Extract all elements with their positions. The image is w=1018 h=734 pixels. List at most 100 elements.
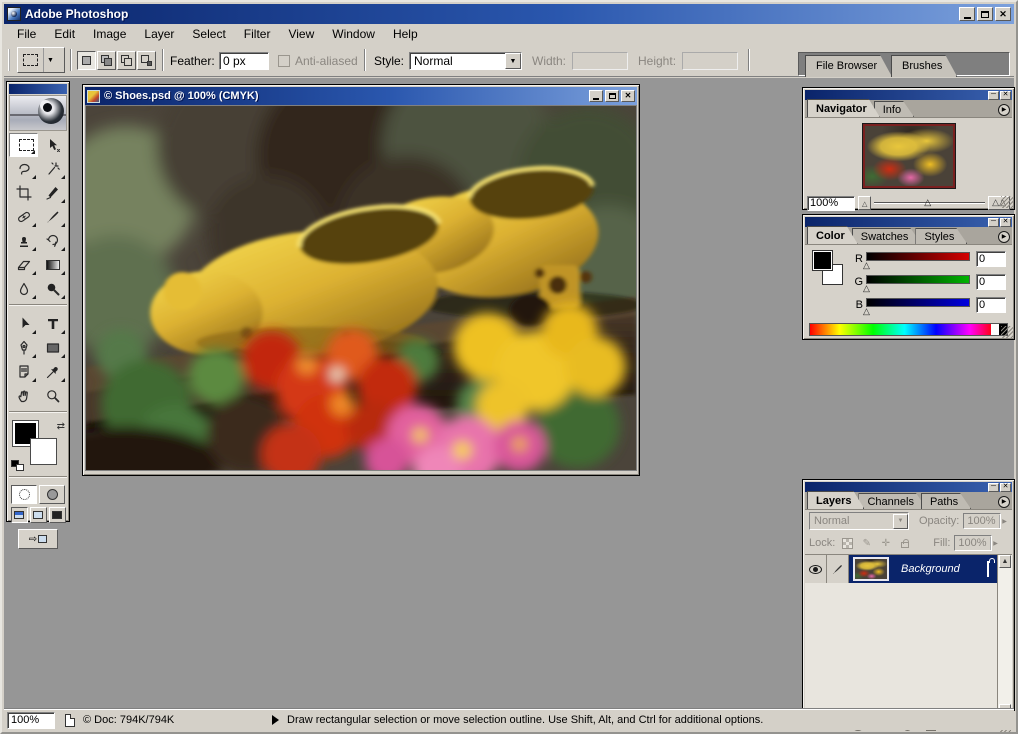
zoom-out-button[interactable]: △	[858, 196, 871, 210]
red-slider[interactable]	[866, 252, 970, 261]
palette-close-button[interactable]: ✕	[1000, 91, 1011, 100]
tool-magic-wand[interactable]	[38, 157, 67, 181]
layers-titlebar[interactable]: ─ ✕	[805, 482, 1012, 492]
tab-brushes[interactable]: Brushes	[891, 55, 957, 77]
tab-info[interactable]: Info	[874, 101, 914, 117]
palette-close-button[interactable]: ✕	[1000, 483, 1011, 492]
tool-dodge[interactable]	[38, 277, 67, 301]
menu-file[interactable]: File	[8, 25, 45, 43]
tool-rectangular-marquee[interactable]	[9, 133, 38, 157]
blend-mode-dropdown[interactable]: Normal ▼	[809, 512, 909, 530]
tab-channels[interactable]: Channels	[858, 493, 926, 509]
menu-filter[interactable]: Filter	[235, 25, 280, 43]
layer-row-background[interactable]: Background	[805, 555, 997, 583]
palette-minimize-button[interactable]: ─	[988, 218, 999, 227]
tool-gradient[interactable]	[38, 253, 67, 277]
layer-list-scrollbar[interactable]: ▲ ▼	[997, 555, 1012, 717]
fullscreen-mode-button[interactable]	[49, 507, 66, 523]
tool-brush[interactable]	[38, 205, 67, 229]
palette-close-button[interactable]: ✕	[1000, 218, 1011, 227]
fill-control[interactable]: 100% ▶	[954, 535, 992, 551]
close-button[interactable]: ✕	[995, 7, 1011, 21]
green-slider[interactable]	[866, 275, 970, 284]
tab-color[interactable]: Color	[807, 226, 858, 244]
subtract-from-selection-button[interactable]	[117, 51, 136, 70]
tool-history-brush[interactable]	[38, 229, 67, 253]
blue-value-input[interactable]	[976, 297, 1006, 313]
tab-layers[interactable]: Layers	[807, 491, 864, 509]
style-dropdown[interactable]: Normal ▼	[409, 52, 522, 70]
background-color-swatch[interactable]	[31, 439, 56, 464]
red-value-input[interactable]	[976, 251, 1006, 267]
doc-maximize-button[interactable]	[605, 90, 619, 102]
tool-lasso[interactable]	[9, 157, 38, 181]
tool-preset-picker[interactable]: ▼	[17, 47, 65, 73]
tool-zoom[interactable]	[38, 384, 67, 408]
navigator-titlebar[interactable]: ─ ✕	[805, 90, 1012, 100]
swap-colors-icon[interactable]: ⇄	[57, 421, 65, 432]
menu-view[interactable]: View	[279, 25, 323, 43]
lock-transparency-icon[interactable]	[841, 537, 854, 550]
standard-mode-button[interactable]	[11, 485, 37, 504]
tool-eyedropper[interactable]	[38, 360, 67, 384]
navigator-proxy-view[interactable]	[863, 124, 955, 188]
layer-name[interactable]: Background	[893, 563, 987, 575]
tool-blur[interactable]	[9, 277, 38, 301]
tool-path-selection[interactable]	[9, 312, 38, 336]
lock-position-icon[interactable]: ✛	[879, 537, 892, 550]
green-slider-thumb[interactable]: △	[863, 283, 870, 294]
tool-move[interactable]	[38, 133, 67, 157]
palette-minimize-button[interactable]: ─	[988, 91, 999, 100]
layer-thumbnail[interactable]	[853, 557, 889, 581]
toolbox-titlebar[interactable]	[9, 84, 67, 94]
lock-all-icon[interactable]	[898, 537, 911, 550]
green-value-input[interactable]	[976, 274, 1006, 290]
blue-slider[interactable]	[866, 298, 970, 307]
tool-type[interactable]	[38, 312, 67, 336]
menu-edit[interactable]: Edit	[45, 25, 84, 43]
tab-paths[interactable]: Paths	[921, 493, 971, 509]
scroll-up-button[interactable]: ▲	[999, 555, 1011, 568]
doc-close-button[interactable]: ✕	[621, 90, 635, 102]
tool-eraser[interactable]	[9, 253, 38, 277]
intersect-selection-button[interactable]	[137, 51, 156, 70]
red-slider-thumb[interactable]: △	[863, 260, 870, 271]
tool-notes[interactable]	[9, 360, 38, 384]
fullscreen-menubar-mode-button[interactable]	[30, 507, 47, 523]
tab-swatches[interactable]: Swatches	[852, 228, 922, 244]
color-titlebar[interactable]: ─ ✕	[805, 217, 1012, 227]
color-spectrum-ramp[interactable]	[809, 323, 1008, 336]
navigator-zoom-input[interactable]	[807, 196, 855, 211]
tool-healing-brush[interactable]	[9, 205, 38, 229]
standard-screen-mode-button[interactable]	[11, 507, 28, 523]
tool-clone-stamp[interactable]	[9, 229, 38, 253]
maximize-button[interactable]	[977, 7, 993, 21]
tool-hand[interactable]	[9, 384, 38, 408]
tool-crop[interactable]	[9, 181, 38, 205]
minimize-button[interactable]	[959, 7, 975, 21]
layer-visibility-toggle[interactable]	[805, 555, 827, 583]
tab-file-browser[interactable]: File Browser	[805, 55, 892, 77]
feather-input[interactable]	[219, 52, 269, 70]
document-canvas[interactable]	[85, 105, 637, 471]
menu-help[interactable]: Help	[384, 25, 427, 43]
doc-minimize-button[interactable]	[589, 90, 603, 102]
palette-menu-button[interactable]: ▶	[998, 104, 1010, 116]
tool-shape[interactable]	[38, 336, 67, 360]
palette-menu-button[interactable]: ▶	[998, 496, 1010, 508]
options-bar-grip[interactable]	[8, 49, 13, 71]
document-titlebar[interactable]: © Shoes.psd @ 100% (CMYK) ✕	[85, 87, 637, 105]
tab-navigator[interactable]: Navigator	[807, 99, 880, 117]
default-colors-icon[interactable]	[11, 460, 24, 471]
slider-thumb-icon[interactable]: △	[924, 197, 931, 208]
jump-to-imageready-button[interactable]: ⇨	[18, 529, 58, 549]
tab-styles[interactable]: Styles	[915, 228, 967, 244]
tool-slice[interactable]	[38, 181, 67, 205]
photoshop-logo[interactable]	[9, 95, 67, 131]
menu-window[interactable]: Window	[323, 25, 384, 43]
lock-pixels-icon[interactable]: ✎	[860, 537, 873, 550]
add-to-selection-button[interactable]	[97, 51, 116, 70]
palette-minimize-button[interactable]: ─	[988, 483, 999, 492]
menu-select[interactable]: Select	[183, 25, 234, 43]
menu-image[interactable]: Image	[84, 25, 135, 43]
